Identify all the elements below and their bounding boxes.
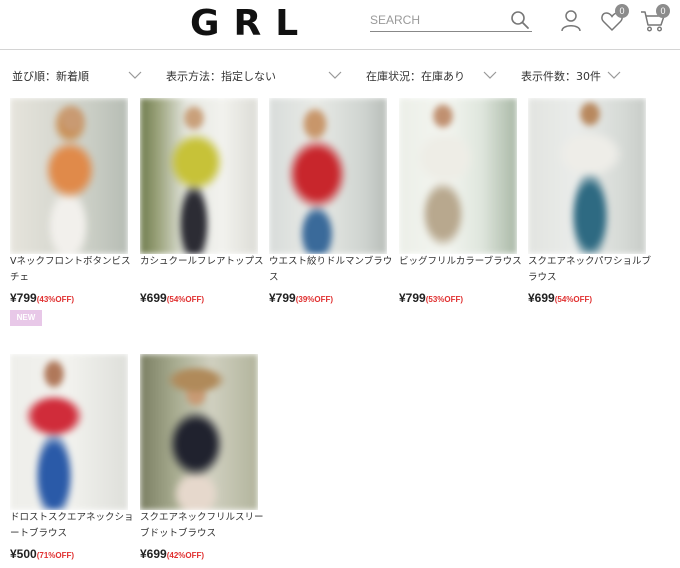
discount-rate: (53%OFF) xyxy=(425,295,464,304)
user-icon[interactable] xyxy=(559,8,583,32)
new-badge: NEW xyxy=(10,310,42,326)
chevron-down-icon xyxy=(483,71,497,79)
grl-logo[interactable]: GRL xyxy=(190,4,312,44)
product-price: ¥799 xyxy=(269,291,296,305)
product-image[interactable] xyxy=(528,98,646,254)
product-image[interactable] xyxy=(140,98,258,254)
product-name[interactable]: ビッグフリルカラーブラウス xyxy=(399,254,523,270)
discount-rate: (39%OFF) xyxy=(295,295,334,304)
stock-status-select[interactable]: 在庫状況：在庫あり xyxy=(366,66,498,86)
items-per-page-select[interactable]: 表示件数：30件 xyxy=(521,66,623,86)
search-input[interactable] xyxy=(370,10,505,30)
product-name[interactable]: カシュクールフレアトップス xyxy=(140,254,264,270)
cart-count-badge: 0 xyxy=(656,4,670,18)
price-line: ¥799(53%OFF) xyxy=(399,287,463,306)
product-name[interactable]: ドロストスクエアネックショートブラウス xyxy=(10,510,134,542)
price-line: ¥799(43%OFF) xyxy=(10,287,74,306)
product-image[interactable] xyxy=(399,98,517,254)
search-bar xyxy=(370,8,532,32)
display-method-select[interactable]: 表示方法：指定しない xyxy=(166,66,342,86)
product-image[interactable] xyxy=(269,98,387,254)
product-image[interactable] xyxy=(10,354,128,510)
product-price: ¥500 xyxy=(10,547,37,561)
search-icon[interactable] xyxy=(510,10,530,30)
product-price: ¥799 xyxy=(399,291,426,305)
price-line: ¥699(42%OFF) xyxy=(140,543,204,562)
product-image[interactable] xyxy=(140,354,258,510)
chevron-down-icon xyxy=(128,71,142,79)
product-price: ¥799 xyxy=(10,291,37,305)
discount-rate: (54%OFF) xyxy=(166,295,205,304)
stock-status-label: 在庫状況：在庫あり xyxy=(366,70,465,83)
discount-rate: (43%OFF) xyxy=(36,295,75,304)
product-price: ¥699 xyxy=(140,547,167,561)
items-per-page-label: 表示件数：30件 xyxy=(521,70,601,83)
discount-rate: (71%OFF) xyxy=(36,551,75,560)
product-name[interactable]: スクエアネックパワショルブラウス xyxy=(528,254,652,286)
price-line: ¥699(54%OFF) xyxy=(528,287,592,306)
product-price: ¥699 xyxy=(140,291,167,305)
product-price: ¥699 xyxy=(528,291,555,305)
discount-rate: (54%OFF) xyxy=(554,295,593,304)
chevron-down-icon xyxy=(607,71,621,79)
product-name[interactable]: Vネックフロントボタンビスチェ xyxy=(10,254,134,286)
discount-rate: (42%OFF) xyxy=(166,551,205,560)
price-line: ¥699(54%OFF) xyxy=(140,287,204,306)
price-line: ¥500(71%OFF) xyxy=(10,543,74,562)
sort-order-label: 並び順：新着順 xyxy=(12,70,89,83)
sort-order-select[interactable]: 並び順：新着順 xyxy=(12,66,144,86)
site-header: GRL 0 0 xyxy=(0,0,680,50)
chevron-down-icon xyxy=(328,71,342,79)
favorites-count-badge: 0 xyxy=(615,4,629,18)
display-method-label: 表示方法：指定しない xyxy=(166,70,276,83)
product-name[interactable]: ウエスト絞りドルマンブラウス xyxy=(269,254,393,286)
product-image[interactable] xyxy=(10,98,128,254)
price-line: ¥799(39%OFF) xyxy=(269,287,333,306)
product-name[interactable]: スクエアネックフリルスリーブドットブラウス xyxy=(140,510,264,542)
